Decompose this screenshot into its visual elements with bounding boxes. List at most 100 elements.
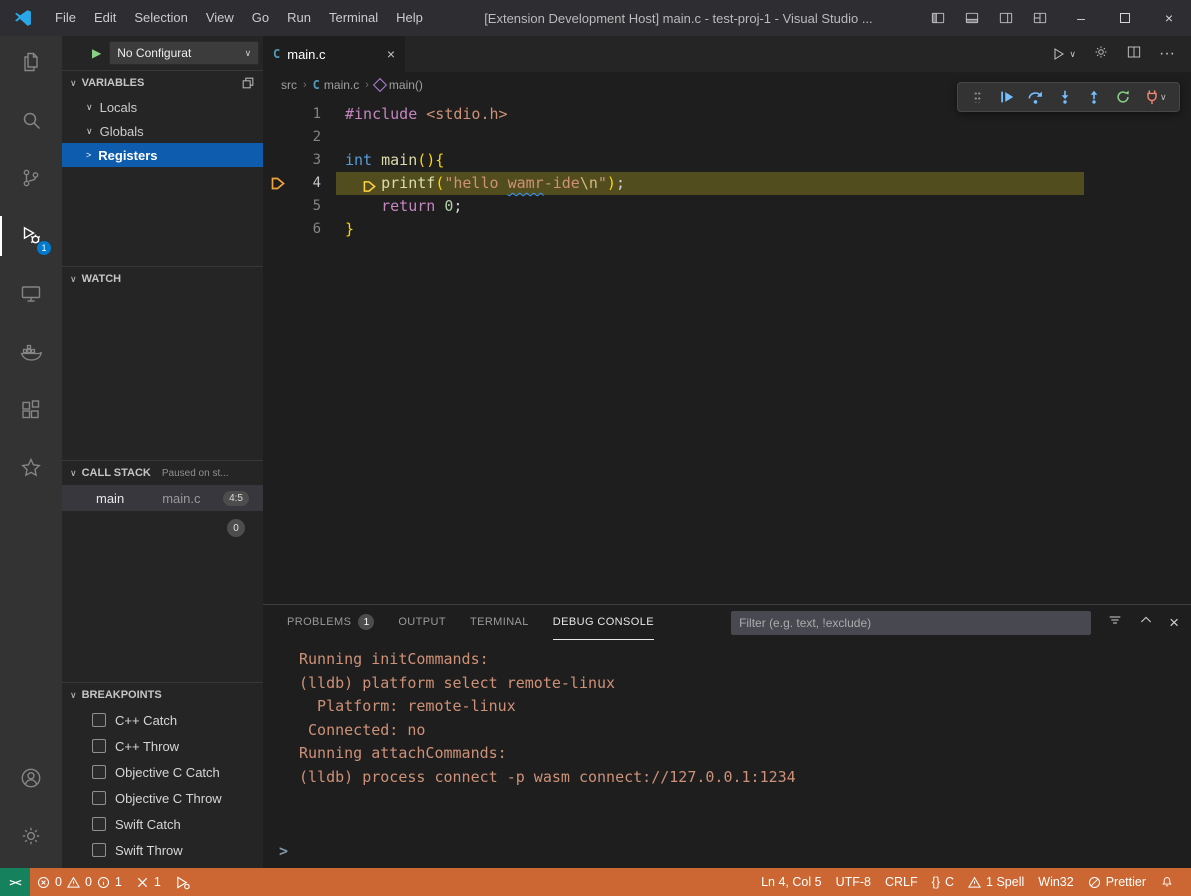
code-line[interactable]: 5 return 0; xyxy=(263,195,1191,218)
activity-docker[interactable] xyxy=(0,326,62,378)
activity-settings[interactable] xyxy=(0,810,62,862)
breakpoint-cpp-catch[interactable]: C++ Catch xyxy=(62,707,263,733)
code-line[interactable]: 4 printf("hello wamr-ide\n"); xyxy=(263,172,1191,195)
variables-item-locals[interactable]: ∨ Locals xyxy=(62,95,263,119)
checkbox[interactable] xyxy=(92,765,106,779)
minimize-button[interactable]: – xyxy=(1059,0,1103,36)
notifications-button[interactable] xyxy=(1153,875,1181,889)
breadcrumb-src[interactable]: src xyxy=(281,78,297,92)
code-line[interactable]: 3int main(){ xyxy=(263,149,1191,172)
variables-item-registers[interactable]: > Registers xyxy=(62,143,263,167)
console-filter[interactable] xyxy=(731,611,1091,635)
checkbox[interactable] xyxy=(92,739,106,753)
tab-terminal[interactable]: TERMINAL xyxy=(470,605,529,640)
menu-file[interactable]: File xyxy=(46,0,85,36)
toggle-sidebar-icon[interactable] xyxy=(925,3,951,33)
close-button[interactable]: × xyxy=(1147,0,1191,36)
menu-run[interactable]: Run xyxy=(278,0,320,36)
breakpoint-swift-catch[interactable]: Swift Catch xyxy=(62,811,263,837)
tab-debug-console[interactable]: DEBUG CONSOLE xyxy=(553,605,654,640)
toggle-panel-icon[interactable] xyxy=(959,3,985,33)
glyph-margin[interactable] xyxy=(263,218,293,241)
debug-console-output[interactable]: Running initCommands: (lldb) platform se… xyxy=(263,640,1191,868)
code-line[interactable]: 6} xyxy=(263,218,1191,241)
launch-config-dropdown[interactable]: No Configurat ∨ xyxy=(109,41,259,65)
language-mode[interactable]: {}C xyxy=(925,875,961,889)
step-into-button[interactable] xyxy=(1050,83,1079,111)
menu-help[interactable]: Help xyxy=(387,0,432,36)
variables-item-globals[interactable]: ∨ Globals xyxy=(62,119,263,143)
debug-status[interactable] xyxy=(168,868,197,896)
copy-icon[interactable] xyxy=(241,76,255,90)
filter-input[interactable] xyxy=(739,616,1083,630)
step-out-button[interactable] xyxy=(1079,83,1108,111)
glyph-margin[interactable] xyxy=(263,149,293,172)
tools-status[interactable]: 1 xyxy=(129,868,168,896)
tab-main-c[interactable]: C main.c × xyxy=(263,36,405,72)
checkbox[interactable] xyxy=(92,817,106,831)
breakpoint-swift-throw[interactable]: Swift Throw xyxy=(62,837,263,863)
checkbox[interactable] xyxy=(92,713,106,727)
activity-explorer[interactable] xyxy=(0,36,62,88)
glyph-margin[interactable] xyxy=(263,126,293,149)
maximize-panel-button[interactable] xyxy=(1138,612,1154,633)
restart-button[interactable] xyxy=(1108,83,1137,111)
close-panel-button[interactable]: × xyxy=(1169,614,1179,631)
formatter-status[interactable]: Prettier xyxy=(1081,875,1153,889)
maximize-button[interactable] xyxy=(1103,0,1147,36)
chevron-down-icon[interactable]: ∨ xyxy=(1160,92,1174,103)
activity-source-control[interactable] xyxy=(0,152,62,204)
step-over-icon xyxy=(1027,89,1044,105)
breakpoint-objc-throw[interactable]: Objective C Throw xyxy=(62,785,263,811)
breadcrumb-file[interactable]: Cmain.c xyxy=(313,78,360,92)
activity-run-debug[interactable]: 1 xyxy=(0,210,62,262)
spell-checker-status[interactable]: 1 Spell xyxy=(961,875,1031,889)
glyph-margin[interactable] xyxy=(263,195,293,218)
activity-star[interactable] xyxy=(0,442,62,494)
run-file-button[interactable]: ∨ xyxy=(1051,46,1076,62)
breakpoints-header[interactable]: ∨ BREAKPOINTS xyxy=(62,683,263,707)
activity-extensions[interactable] xyxy=(0,384,62,436)
activity-remote-explorer[interactable] xyxy=(0,268,62,320)
toolbar-drag-handle[interactable] xyxy=(963,83,992,111)
menu-selection[interactable]: Selection xyxy=(125,0,196,36)
toggle-secondary-sidebar-icon[interactable] xyxy=(993,3,1019,33)
checkbox[interactable] xyxy=(92,791,106,805)
tab-bar: C main.c × ∨ ··· xyxy=(263,36,1191,72)
continue-button[interactable] xyxy=(992,83,1021,111)
variables-header[interactable]: ∨ VARIABLES xyxy=(62,71,263,95)
split-editor-button[interactable] xyxy=(1126,44,1142,65)
menu-edit[interactable]: Edit xyxy=(85,0,125,36)
cursor-position[interactable]: Ln 4, Col 5 xyxy=(754,875,828,889)
settings-gear-button[interactable] xyxy=(1093,44,1109,65)
step-over-button[interactable] xyxy=(1021,83,1050,111)
call-stack-header[interactable]: ∨ CALL STACK Paused on st... xyxy=(62,461,263,485)
customize-layout-icon[interactable] xyxy=(1027,3,1053,33)
tab-problems[interactable]: PROBLEMS1 xyxy=(287,605,374,640)
breakpoint-objc-catch[interactable]: Objective C Catch xyxy=(62,759,263,785)
remote-indicator[interactable]: >< xyxy=(0,868,30,896)
start-debug-icon[interactable]: ▶ xyxy=(92,46,101,60)
menu-view[interactable]: View xyxy=(197,0,243,36)
breakpoint-cpp-throw[interactable]: C++ Throw xyxy=(62,733,263,759)
console-input-prompt[interactable]: > xyxy=(279,840,288,864)
stack-frame-row[interactable]: main main.c 4:5 xyxy=(62,485,263,511)
activity-search[interactable] xyxy=(0,94,62,146)
problems-status[interactable]: 0 0 1 xyxy=(30,868,129,896)
watch-header[interactable]: ∨ WATCH xyxy=(62,267,263,291)
breadcrumb-symbol[interactable]: main() xyxy=(375,78,423,92)
glyph-margin[interactable] xyxy=(263,103,293,126)
close-tab-icon[interactable]: × xyxy=(387,46,395,62)
menu-go[interactable]: Go xyxy=(243,0,278,36)
code-line[interactable]: 2 xyxy=(263,126,1191,149)
checkbox[interactable] xyxy=(92,843,106,857)
platform-status[interactable]: Win32 xyxy=(1031,875,1080,889)
eol-status[interactable]: CRLF xyxy=(878,875,925,889)
tab-output[interactable]: OUTPUT xyxy=(398,605,446,640)
filter-lines-button[interactable] xyxy=(1107,612,1123,633)
code-editor[interactable]: 1#include <stdio.h>23int main(){4 printf… xyxy=(263,98,1191,604)
encoding-status[interactable]: UTF-8 xyxy=(829,875,878,889)
more-actions-button[interactable]: ··· xyxy=(1159,45,1175,63)
activity-accounts[interactable] xyxy=(0,752,62,804)
menu-terminal[interactable]: Terminal xyxy=(320,0,387,36)
